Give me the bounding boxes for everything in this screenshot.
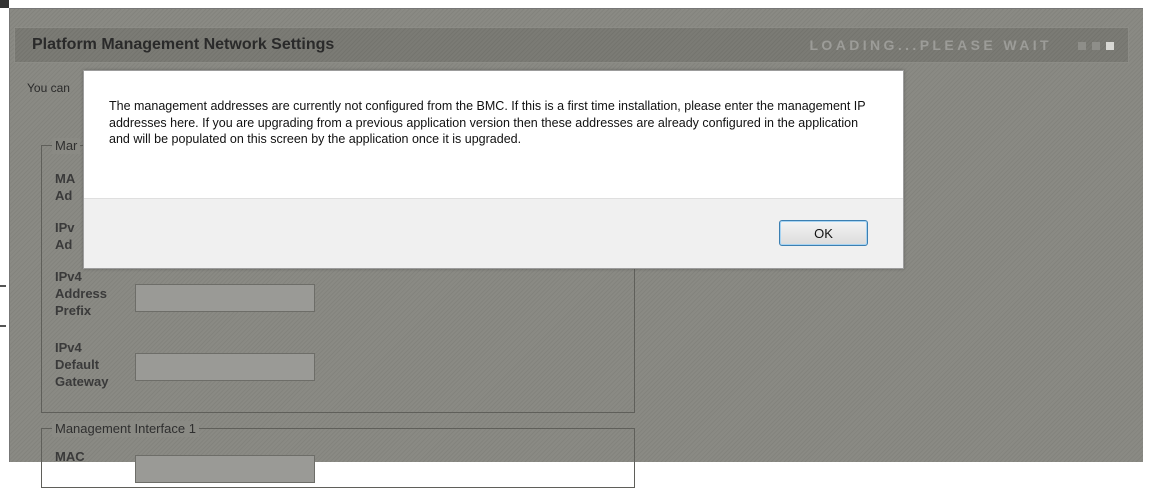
ok-button[interactable]: OK (779, 220, 868, 246)
page-title: Platform Management Network Settings (32, 36, 335, 53)
ipv4-address-label: IPv Ad (55, 220, 75, 252)
mac-address-label: MAC (55, 449, 85, 464)
dialog-footer: OK (84, 198, 903, 268)
info-dialog: The management addresses are currently n… (83, 70, 904, 269)
management-interface-1-fieldset: Management Interface 1 (41, 421, 635, 488)
loading-dot (1092, 42, 1100, 50)
top-strip (0, 0, 1149, 8)
loading-indicator-text: LOADING...PLEASE WAIT (809, 37, 1052, 53)
window-edge-mark (0, 285, 6, 287)
loading-dot (1106, 42, 1114, 50)
ipv4-address-prefix-label: IPv4 Address Prefix (55, 269, 108, 318)
loading-dot (1078, 42, 1086, 50)
panel-header: Platform Management Network Settings LOA… (14, 27, 1129, 63)
ipv4-default-gateway-input[interactable] (135, 353, 315, 381)
loading-indicator-dots (1078, 42, 1114, 50)
dialog-message: The management addresses are currently n… (109, 99, 866, 146)
window-edge-mark (0, 325, 6, 327)
intro-text: You can (27, 81, 70, 95)
mac-address-input[interactable] (135, 455, 315, 483)
ipv4-default-gateway-label: IPv4 Default Gateway (55, 340, 109, 389)
fieldset-legend: Mar (52, 138, 81, 154)
window-edge-corner (0, 0, 9, 8)
fieldset-legend: Management Interface 1 (52, 421, 199, 437)
ipv4-address-prefix-input[interactable] (135, 284, 315, 312)
dialog-body: The management addresses are currently n… (84, 71, 903, 198)
mac-address-label: MA Ad (55, 171, 76, 203)
